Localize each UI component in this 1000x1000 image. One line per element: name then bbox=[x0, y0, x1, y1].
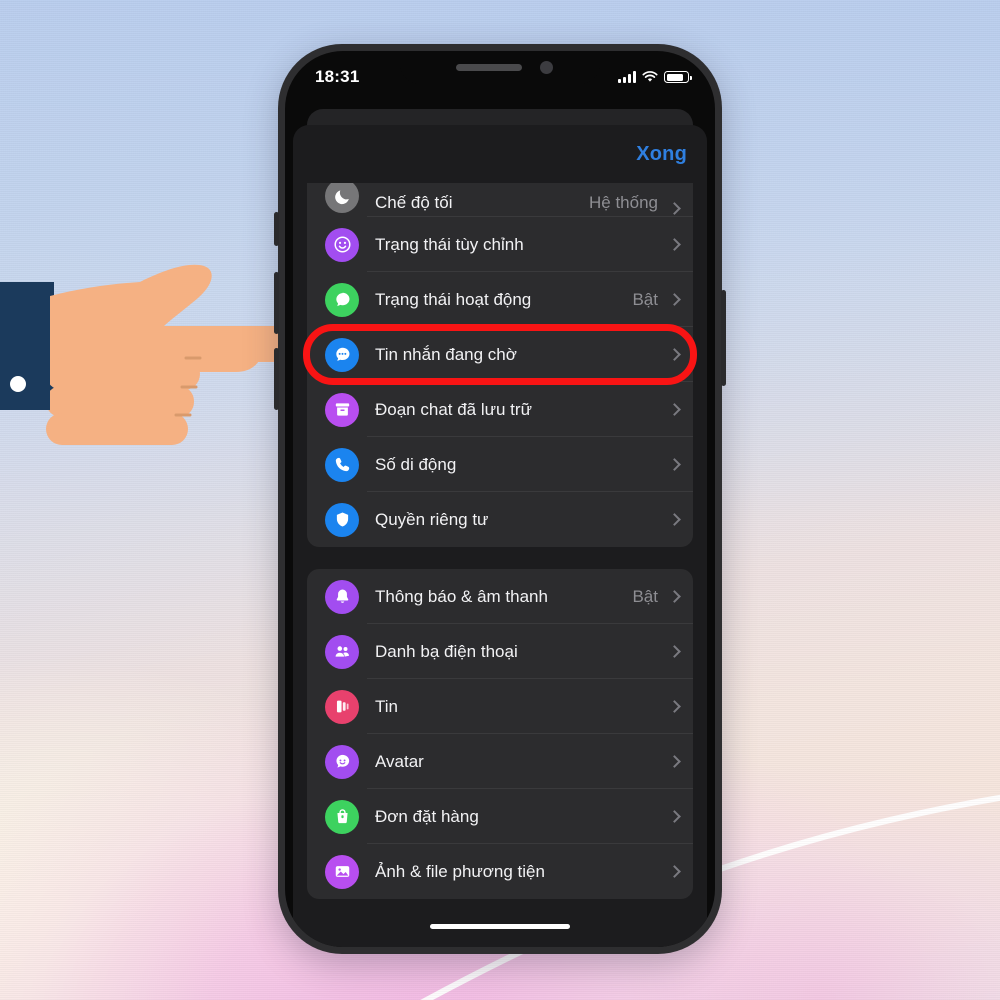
archive-box-icon bbox=[325, 392, 359, 427]
status-bar-clock: 18:31 bbox=[315, 67, 360, 86]
message-bubble-icon bbox=[325, 337, 359, 372]
phone-mute-switch[interactable] bbox=[274, 212, 279, 246]
settings-row-label: Đoạn chat đã lưu trữ bbox=[375, 399, 532, 419]
settings-group-group-account: Chế độ tối Hệ thống Trạng thái tùy chỉnh T… bbox=[307, 183, 693, 547]
settings-row[interactable]: Trạng thái hoạt động Bật bbox=[307, 272, 693, 327]
settings-row-label: Avatar bbox=[375, 751, 424, 771]
bell-icon bbox=[325, 579, 359, 614]
settings-row[interactable]: Tin nhắn đang chờ bbox=[307, 327, 693, 382]
settings-row[interactable]: Số di động bbox=[307, 437, 693, 492]
phone-screen: 18:31 Xong Chế độ tối Hệ thống Trạng thái… bbox=[285, 51, 715, 947]
status-bar-indicators bbox=[618, 71, 692, 83]
done-button[interactable]: Xong bbox=[636, 143, 687, 166]
settings-group-group-preferences: Thông báo & âm thanh Bật Danh bạ điện tho… bbox=[307, 569, 693, 899]
settings-modal-sheet: Xong Chế độ tối Hệ thống Trạng thái tùy c… bbox=[293, 125, 707, 947]
chevron-right-icon bbox=[668, 590, 681, 603]
settings-row[interactable]: Thông báo & âm thanh Bật bbox=[307, 569, 693, 624]
chevron-right-icon bbox=[668, 810, 681, 823]
stories-icon bbox=[325, 689, 359, 724]
settings-row-label: Trạng thái tùy chỉnh bbox=[375, 234, 524, 254]
settings-row-value: Hệ thống bbox=[589, 193, 658, 212]
active-status-icon bbox=[325, 282, 359, 317]
settings-row-label: Đơn đặt hàng bbox=[375, 806, 479, 826]
shopping-bag-icon bbox=[325, 799, 359, 834]
pointing-hand-illustration bbox=[0, 264, 304, 445]
hand-pinky-finger bbox=[46, 413, 188, 445]
chevron-right-icon bbox=[668, 645, 681, 658]
settings-row[interactable]: Đoạn chat đã lưu trữ bbox=[307, 382, 693, 437]
chevron-right-icon bbox=[668, 238, 681, 251]
hand-middle-finger bbox=[46, 358, 200, 390]
phone-power-button[interactable] bbox=[721, 290, 726, 386]
settings-row[interactable]: Đơn đặt hàng bbox=[307, 789, 693, 844]
chevron-right-icon bbox=[668, 513, 681, 526]
chevron-right-icon bbox=[668, 202, 681, 215]
sheet-header: Xong bbox=[293, 125, 707, 183]
earpiece-speaker bbox=[456, 64, 522, 71]
settings-row[interactable]: Ảnh & file phương tiện bbox=[307, 844, 693, 899]
settings-row[interactable]: Avatar bbox=[307, 734, 693, 789]
settings-row[interactable]: Trạng thái tùy chỉnh bbox=[307, 217, 693, 272]
settings-row-label: Tin nhắn đang chờ bbox=[375, 344, 517, 364]
phone-notch bbox=[400, 51, 600, 84]
settings-row-label: Trạng thái hoạt động bbox=[375, 289, 532, 309]
settings-row[interactable]: Danh bạ điện thoại bbox=[307, 624, 693, 679]
chevron-right-icon bbox=[668, 403, 681, 416]
chevron-right-icon bbox=[668, 293, 681, 306]
settings-row[interactable]: Tin bbox=[307, 679, 693, 734]
shield-icon bbox=[325, 502, 359, 537]
phone-volume-down-button[interactable] bbox=[274, 348, 279, 410]
chevron-right-icon bbox=[668, 865, 681, 878]
chevron-right-icon bbox=[668, 348, 681, 361]
battery-icon bbox=[664, 71, 692, 83]
phone-device-frame: 18:31 Xong Chế độ tối Hệ thống Trạng thái… bbox=[274, 44, 726, 954]
settings-row-label: Số di động bbox=[375, 454, 457, 474]
settings-row-value: Bật bbox=[632, 289, 658, 309]
settings-row-label: Chế độ tối bbox=[375, 193, 453, 212]
settings-row-label: Ảnh & file phương tiện bbox=[375, 861, 545, 881]
smiley-face-icon bbox=[325, 227, 359, 262]
chevron-right-icon bbox=[668, 458, 681, 471]
wifi-icon bbox=[642, 71, 658, 82]
phone-handset-icon bbox=[325, 447, 359, 482]
settings-scroll-area[interactable]: Chế độ tối Hệ thống Trạng thái tùy chỉnh T… bbox=[293, 183, 707, 899]
contacts-people-icon bbox=[325, 634, 359, 669]
hand-ring-finger bbox=[46, 386, 194, 417]
hand-sleeve-overlay bbox=[0, 282, 50, 410]
home-indicator[interactable] bbox=[430, 924, 570, 929]
cellular-bars-icon bbox=[618, 71, 636, 83]
settings-row-label: Tin bbox=[375, 696, 398, 716]
moon-icon bbox=[325, 183, 359, 213]
chevron-right-icon bbox=[668, 755, 681, 768]
settings-row[interactable]: Quyền riêng tư bbox=[307, 492, 693, 547]
settings-row-value: Bật bbox=[632, 586, 658, 606]
settings-row-label: Danh bạ điện thoại bbox=[375, 641, 518, 661]
photo-icon bbox=[325, 854, 359, 889]
settings-row[interactable]: Chế độ tối Hệ thống bbox=[307, 183, 693, 217]
front-camera-icon bbox=[540, 61, 553, 74]
phone-volume-up-button[interactable] bbox=[274, 272, 279, 334]
sleeve-cuff-button-overlay-icon bbox=[10, 376, 26, 392]
avatar-icon bbox=[325, 744, 359, 779]
settings-row-label: Quyền riêng tư bbox=[375, 509, 489, 529]
chevron-right-icon bbox=[668, 700, 681, 713]
settings-row-label: Thông báo & âm thanh bbox=[375, 586, 548, 606]
